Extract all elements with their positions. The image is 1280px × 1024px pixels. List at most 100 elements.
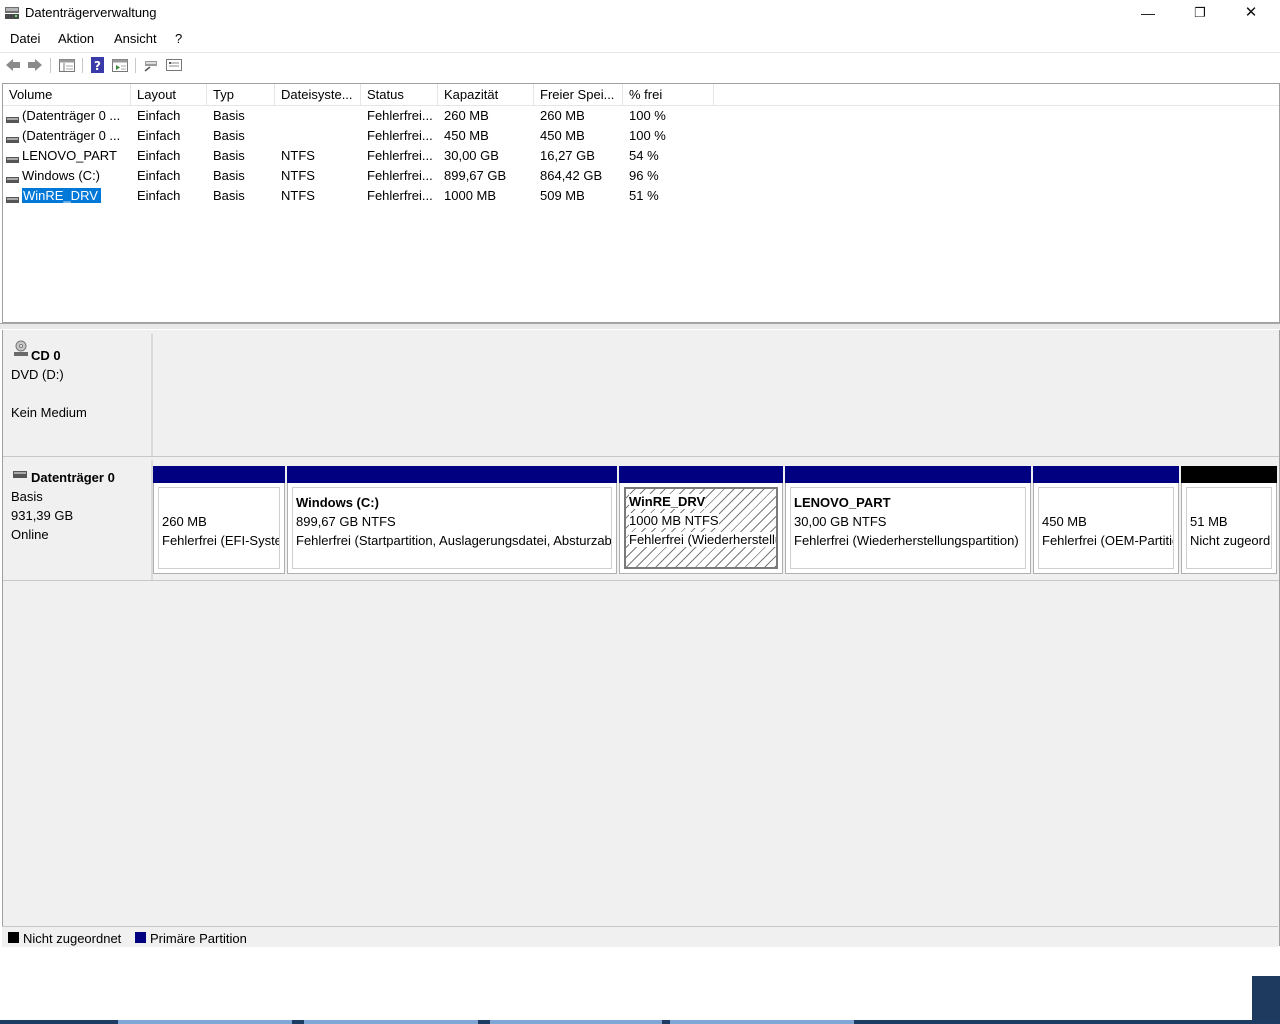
disk-info: 931,39 GB (11, 508, 74, 523)
minimize-button[interactable]: — (1125, 0, 1171, 28)
volume-icon (6, 111, 19, 123)
cell-kapazitaet: 450 MB (444, 128, 489, 143)
list-view-icon[interactable] (58, 56, 76, 74)
cell-typ: Basis (213, 128, 245, 143)
close-button[interactable]: ✕ (1228, 0, 1274, 28)
taskbar-app-indicator[interactable] (118, 1020, 292, 1024)
disk-info: Kein Medium (11, 405, 87, 420)
cell-prozent-frei: 100 % (629, 128, 666, 143)
cell-status: Fehlerfrei... (367, 188, 433, 203)
cell-volume: Windows (C:) (22, 168, 101, 183)
back-icon[interactable] (4, 56, 22, 74)
connect-icon[interactable] (142, 56, 160, 74)
cell-volume: (Datenträger 0 ... (22, 108, 121, 123)
legend-swatch-primary (135, 932, 146, 943)
disk-label-cd0[interactable]: CD 0 DVD (D:) Kein Medium (3, 334, 153, 456)
volume-icon (6, 131, 19, 143)
column-header-kapazitaet[interactable]: Kapazität (438, 84, 534, 105)
column-header-layout[interactable]: Layout (131, 84, 207, 105)
column-header-volume[interactable]: Volume (3, 84, 131, 105)
maximize-button[interactable]: ❐ (1177, 0, 1223, 28)
volume-icon (6, 151, 19, 163)
table-row[interactable]: LENOVO_PART Einfach Basis NTFS Fehlerfre… (3, 146, 1279, 166)
cell-layout: Einfach (137, 168, 181, 183)
table-row[interactable]: (Datenträger 0 ... Einfach Basis Fehlerf… (3, 106, 1279, 126)
cd0-partition-area (153, 334, 1279, 456)
cell-kapazitaet: 30,00 GB (444, 148, 499, 163)
disk-separator (3, 580, 1279, 581)
partition-size: 260 MB (162, 514, 207, 529)
taskbar-app-indicator[interactable] (490, 1020, 662, 1024)
cell-freier-speicher: 16,27 GB (540, 148, 595, 163)
cell-status: Fehlerfrei... (367, 168, 433, 183)
selected-volume-label: WinRE_DRV (22, 188, 101, 203)
cell-dateisystem: NTFS (281, 188, 315, 203)
cell-typ: Basis (213, 148, 245, 163)
properties-icon[interactable] (111, 56, 129, 74)
pane-splitter[interactable] (0, 323, 1280, 329)
menu-ansicht[interactable]: Ansicht (114, 31, 157, 46)
partition-size: 450 MB (1042, 514, 1087, 529)
cell-layout: Einfach (137, 188, 181, 203)
disk-info: Basis (11, 489, 43, 504)
cell-prozent-frei: 51 % (629, 188, 659, 203)
toolbar-separator (50, 58, 51, 73)
settings-icon[interactable] (165, 56, 183, 74)
column-header-freier-speicher[interactable]: Freier Spei... (534, 84, 623, 105)
cell-volume: (Datenträger 0 ... (22, 128, 121, 143)
disk-label-disk0[interactable]: Datenträger 0 Basis 931,39 GB Online (3, 460, 153, 580)
table-row[interactable]: Windows (C:) Einfach Basis NTFS Fehlerfr… (3, 166, 1279, 186)
partition-body: 260 MB Fehlerfrei (EFI-Systempartition) (158, 487, 280, 569)
cell-dateisystem: NTFS (281, 148, 315, 163)
cell-status: Fehlerfrei... (367, 128, 433, 143)
partition-status: Nicht zugeordnet (1190, 533, 1271, 548)
cell-prozent-frei: 96 % (629, 168, 659, 183)
help-icon[interactable]: ? (89, 56, 107, 74)
column-header-prozent-frei[interactable]: % frei (623, 84, 714, 105)
cell-status: Fehlerfrei... (367, 148, 433, 163)
window-title: Datenträgerverwaltung (25, 5, 157, 20)
cell-kapazitaet: 1000 MB (444, 188, 497, 203)
partition-windows-c[interactable]: Windows (C:) 899,67 GB NTFS Fehlerfrei (… (287, 466, 617, 574)
taskbar-app-indicator[interactable] (670, 1020, 854, 1024)
forward-icon[interactable] (26, 56, 44, 74)
menu-aktion[interactable]: Aktion (58, 31, 94, 46)
primary-partition-bar (287, 466, 617, 483)
partition-status: Fehlerfrei (EFI-Systempartition) (162, 533, 280, 548)
title-bar: Datenträgerverwaltung — ❐ ✕ (0, 0, 1280, 28)
svg-text:?: ? (94, 59, 101, 73)
taskbar-app-indicator[interactable] (304, 1020, 478, 1024)
column-header-dateisystem[interactable]: Dateisyste... (275, 84, 361, 105)
toolbar-separator (82, 58, 83, 73)
status-bar (0, 947, 1252, 1022)
disk-title: Datenträger 0 (31, 470, 115, 485)
table-row-selected[interactable]: WinRE_DRV Einfach Basis NTFS Fehlerfrei.… (3, 186, 1279, 206)
cd-drive-icon (13, 340, 29, 361)
table-row[interactable]: (Datenträger 0 ... Einfach Basis Fehlerf… (3, 126, 1279, 146)
toolbar-separator (135, 58, 136, 73)
disk-info: Online (11, 527, 49, 542)
partition-winre-drv-selected[interactable]: WinRE_DRV 1000 MB NTFS Fehlerfrei (Wiede… (619, 466, 783, 574)
partition-oem[interactable]: 450 MB Fehlerfrei (OEM-Partition) (1033, 466, 1179, 574)
menu-datei[interactable]: Datei (10, 31, 40, 46)
column-header-typ[interactable]: Typ (207, 84, 275, 105)
legend: Nicht zugeordnet Primäre Partition (2, 926, 1278, 947)
partition-lenovo-part[interactable]: LENOVO_PART 30,00 GB NTFS Fehlerfrei (Wi… (785, 466, 1031, 574)
cell-volume: WinRE_DRV (22, 186, 101, 206)
partition-unallocated[interactable]: 51 MB Nicht zugeordnet (1181, 466, 1277, 574)
cell-layout: Einfach (137, 108, 181, 123)
partition-body-selected: WinRE_DRV 1000 MB NTFS Fehlerfrei (Wiede… (624, 487, 778, 569)
partition-status: Fehlerfrei (Wiederherstellungspartition) (794, 533, 1019, 548)
column-header-status[interactable]: Status (361, 84, 438, 105)
volume-list-header: Volume Layout Typ Dateisyste... Status K… (3, 84, 1279, 106)
cell-status: Fehlerfrei... (367, 108, 433, 123)
partition-name: WinRE_DRV (629, 494, 706, 509)
taskbar-corner (1252, 976, 1280, 1024)
cell-kapazitaet: 899,67 GB (444, 168, 507, 183)
cell-freier-speicher: 864,42 GB (540, 168, 603, 183)
menu-help[interactable]: ? (175, 31, 182, 46)
volume-list[interactable]: Volume Layout Typ Dateisyste... Status K… (2, 83, 1280, 323)
partition-efi[interactable]: 260 MB Fehlerfrei (EFI-Systempartition) (153, 466, 285, 574)
disk-title: CD 0 (31, 348, 61, 363)
partition-body: LENOVO_PART 30,00 GB NTFS Fehlerfrei (Wi… (790, 487, 1026, 569)
